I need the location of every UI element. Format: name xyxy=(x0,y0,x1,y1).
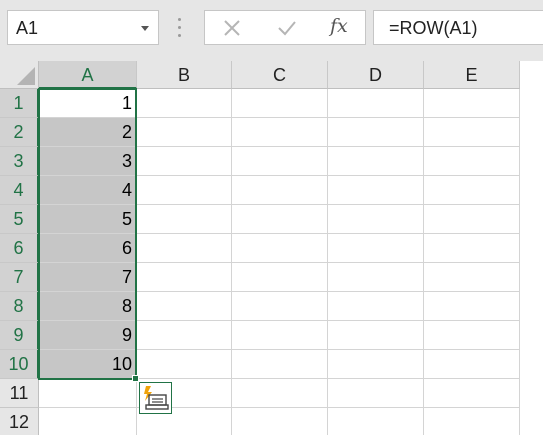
cell-a10[interactable]: 10 xyxy=(39,350,137,379)
cell-a11[interactable] xyxy=(39,379,137,408)
cell-d10[interactable] xyxy=(328,350,424,379)
cell-e4[interactable] xyxy=(424,176,520,205)
grip-icon[interactable] xyxy=(178,18,182,38)
cell-a9[interactable]: 9 xyxy=(39,321,137,350)
cell-a12[interactable] xyxy=(39,408,137,435)
row-header-4[interactable]: 4 xyxy=(0,176,39,205)
cell-e10[interactable] xyxy=(424,350,520,379)
name-box-value: A1 xyxy=(16,18,39,38)
cell-d8[interactable] xyxy=(328,292,424,321)
cell-e2[interactable] xyxy=(424,118,520,147)
cell-b9[interactable] xyxy=(137,321,232,350)
formula-bar: A1 fx =ROW(A1) xyxy=(0,0,543,57)
cell-a2[interactable]: 2 xyxy=(39,118,137,147)
cell-b5[interactable] xyxy=(137,205,232,234)
fill-handle[interactable] xyxy=(132,375,139,382)
cell-a4[interactable]: 4 xyxy=(39,176,137,205)
cell-d5[interactable] xyxy=(328,205,424,234)
cell-b10[interactable] xyxy=(137,350,232,379)
row-header-9[interactable]: 9 xyxy=(0,321,39,350)
name-box[interactable]: A1 xyxy=(7,10,159,45)
cell-a3[interactable]: 3 xyxy=(39,147,137,176)
column-header-b[interactable]: B xyxy=(137,61,232,89)
formula-text: =ROW(A1) xyxy=(389,18,478,38)
cell-e11[interactable] xyxy=(424,379,520,408)
formula-input[interactable]: =ROW(A1) xyxy=(373,10,543,45)
row-header-2[interactable]: 2 xyxy=(0,118,39,147)
cell-e3[interactable] xyxy=(424,147,520,176)
cell-d9[interactable] xyxy=(328,321,424,350)
cell-c6[interactable] xyxy=(232,234,328,263)
row-header-8[interactable]: 8 xyxy=(0,292,39,321)
cell-b1[interactable] xyxy=(137,89,232,118)
cell-d12[interactable] xyxy=(328,408,424,435)
row-header-7[interactable]: 7 xyxy=(0,263,39,292)
column-header-e[interactable]: E xyxy=(424,61,520,89)
cell-b3[interactable] xyxy=(137,147,232,176)
quick-analysis-icon xyxy=(144,386,169,410)
cell-c12[interactable] xyxy=(232,408,328,435)
cell-e6[interactable] xyxy=(424,234,520,263)
select-all-button[interactable] xyxy=(0,61,39,89)
formula-tools: fx xyxy=(204,10,366,45)
column-header-a[interactable]: A xyxy=(39,61,137,89)
cell-d3[interactable] xyxy=(328,147,424,176)
cell-a5[interactable]: 5 xyxy=(39,205,137,234)
cell-b2[interactable] xyxy=(137,118,232,147)
cell-c9[interactable] xyxy=(232,321,328,350)
cell-c7[interactable] xyxy=(232,263,328,292)
cell-b8[interactable] xyxy=(137,292,232,321)
insert-function-button[interactable]: fx xyxy=(330,15,348,37)
row-header-10[interactable]: 10 xyxy=(0,350,39,379)
x-icon[interactable] xyxy=(223,19,241,37)
cell-c3[interactable] xyxy=(232,147,328,176)
cell-e9[interactable] xyxy=(424,321,520,350)
cell-c2[interactable] xyxy=(232,118,328,147)
cell-d11[interactable] xyxy=(328,379,424,408)
row-header-3[interactable]: 3 xyxy=(0,147,39,176)
cell-c11[interactable] xyxy=(232,379,328,408)
row-header-5[interactable]: 5 xyxy=(0,205,39,234)
cell-c5[interactable] xyxy=(232,205,328,234)
check-icon[interactable] xyxy=(277,19,297,37)
cell-b4[interactable] xyxy=(137,176,232,205)
cell-d4[interactable] xyxy=(328,176,424,205)
cell-e8[interactable] xyxy=(424,292,520,321)
cell-e12[interactable] xyxy=(424,408,520,435)
cell-c10[interactable] xyxy=(232,350,328,379)
cell-c8[interactable] xyxy=(232,292,328,321)
cell-b6[interactable] xyxy=(137,234,232,263)
worksheet-grid: A B C D E 1 1 2 2 3 3 4 4 5 5 6 6 7 7 8 8 9 9 10 10 11 12 xyxy=(0,61,543,435)
cell-c4[interactable] xyxy=(232,176,328,205)
cell-a7[interactable]: 7 xyxy=(39,263,137,292)
cell-d1[interactable] xyxy=(328,89,424,118)
column-header-c[interactable]: C xyxy=(232,61,328,89)
chevron-down-icon[interactable] xyxy=(141,26,149,31)
row-header-12[interactable]: 12 xyxy=(0,408,39,435)
cell-d7[interactable] xyxy=(328,263,424,292)
row-header-1[interactable]: 1 xyxy=(0,89,39,118)
quick-analysis-button[interactable] xyxy=(139,382,172,414)
cell-e7[interactable] xyxy=(424,263,520,292)
cell-b7[interactable] xyxy=(137,263,232,292)
cell-a6[interactable]: 6 xyxy=(39,234,137,263)
cell-d2[interactable] xyxy=(328,118,424,147)
cell-e1[interactable] xyxy=(424,89,520,118)
cell-c1[interactable] xyxy=(232,89,328,118)
cell-a8[interactable]: 8 xyxy=(39,292,137,321)
column-header-d[interactable]: D xyxy=(328,61,424,89)
cell-e5[interactable] xyxy=(424,205,520,234)
row-header-11[interactable]: 11 xyxy=(0,379,39,408)
cell-a1[interactable]: 1 xyxy=(39,89,137,118)
row-header-6[interactable]: 6 xyxy=(0,234,39,263)
cell-d6[interactable] xyxy=(328,234,424,263)
